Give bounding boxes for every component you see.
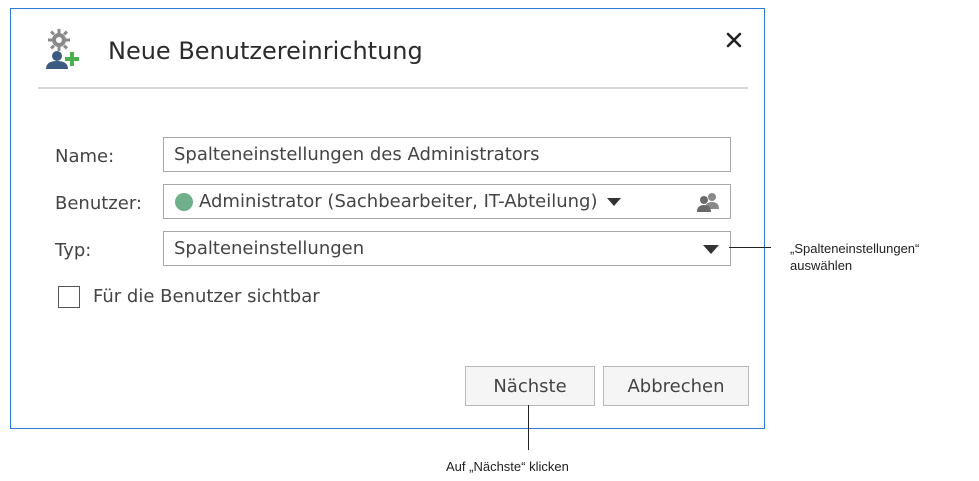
type-callout-line	[729, 247, 771, 248]
user-label: Benutzer:	[55, 193, 142, 214]
gear-user-add-icon	[46, 29, 79, 69]
type-callout-text: „Spalteneinstellungen“ auswählen	[790, 240, 919, 274]
type-select[interactable]: Spalteneinstellungen	[163, 231, 731, 266]
chevron-down-icon	[703, 245, 719, 254]
close-icon	[726, 32, 742, 48]
visible-to-users-label: Für die Benutzer sichtbar	[93, 286, 320, 307]
type-label: Typ:	[55, 240, 92, 261]
close-button[interactable]	[721, 27, 747, 53]
new-user-setup-dialog: Neue Benutzereinrichtung Name: Spaltenei…	[10, 8, 765, 429]
chevron-down-icon	[606, 197, 621, 206]
type-select-value: Spalteneinstellungen	[174, 238, 365, 259]
user-select[interactable]: Administrator (Sachbearbeiter, IT-Abteil…	[163, 184, 731, 219]
name-field[interactable]: Spalteneinstellungen des Administrators	[163, 137, 731, 172]
user-status-dot	[175, 192, 193, 211]
dialog-title: Neue Benutzereinrichtung	[108, 37, 423, 65]
type-callout-line1: „Spalteneinstellungen“	[790, 241, 920, 256]
next-button[interactable]: Nächste	[465, 366, 595, 406]
visible-to-users-checkbox[interactable]	[58, 286, 80, 308]
name-field-value: Spalteneinstellungen des Administrators	[174, 144, 540, 165]
title-separator	[38, 87, 748, 89]
user-select-value: Administrator (Sachbearbeiter, IT-Abteil…	[199, 191, 598, 212]
next-callout-text: Auf „Nächste“ klicken	[446, 459, 569, 474]
cancel-button[interactable]: Abbrechen	[603, 366, 749, 406]
users-icon[interactable]	[696, 192, 720, 212]
type-callout-line2: auswählen	[790, 258, 853, 273]
next-callout-line	[528, 405, 529, 450]
name-label: Name:	[55, 146, 115, 167]
